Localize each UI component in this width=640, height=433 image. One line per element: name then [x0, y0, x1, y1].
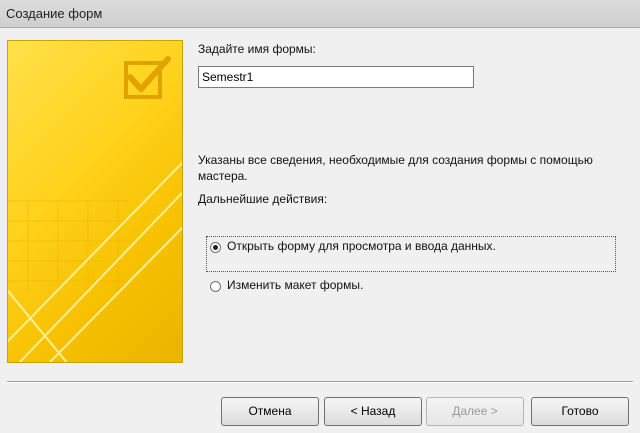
open-form-option-label[interactable]: Открыть форму для просмотра и ввода данн… [227, 239, 496, 253]
open-form-radio[interactable] [210, 242, 221, 253]
modify-layout-radio[interactable] [210, 281, 221, 292]
back-button[interactable]: < Назад [324, 397, 422, 426]
form-name-label: Задайте имя формы: [198, 42, 316, 56]
checkbox-icon [124, 56, 171, 99]
form-name-input[interactable] [198, 66, 474, 88]
next-actions-label: Дальнейшие действия: [198, 192, 328, 206]
next-button[interactable]: Далее > [426, 397, 524, 426]
title-bar: Создание форм [0, 0, 640, 28]
wizard-illustration [7, 40, 183, 363]
finish-button[interactable]: Готово [531, 397, 629, 426]
info-text: Указаны все сведения, необходимые для со… [198, 153, 593, 183]
cancel-button[interactable]: Отмена [221, 397, 319, 426]
modify-layout-option-label[interactable]: Изменить макет формы. [227, 278, 363, 292]
window-title: Создание форм [6, 6, 103, 21]
button-separator [7, 381, 633, 383]
form-wizard-art [8, 56, 182, 362]
